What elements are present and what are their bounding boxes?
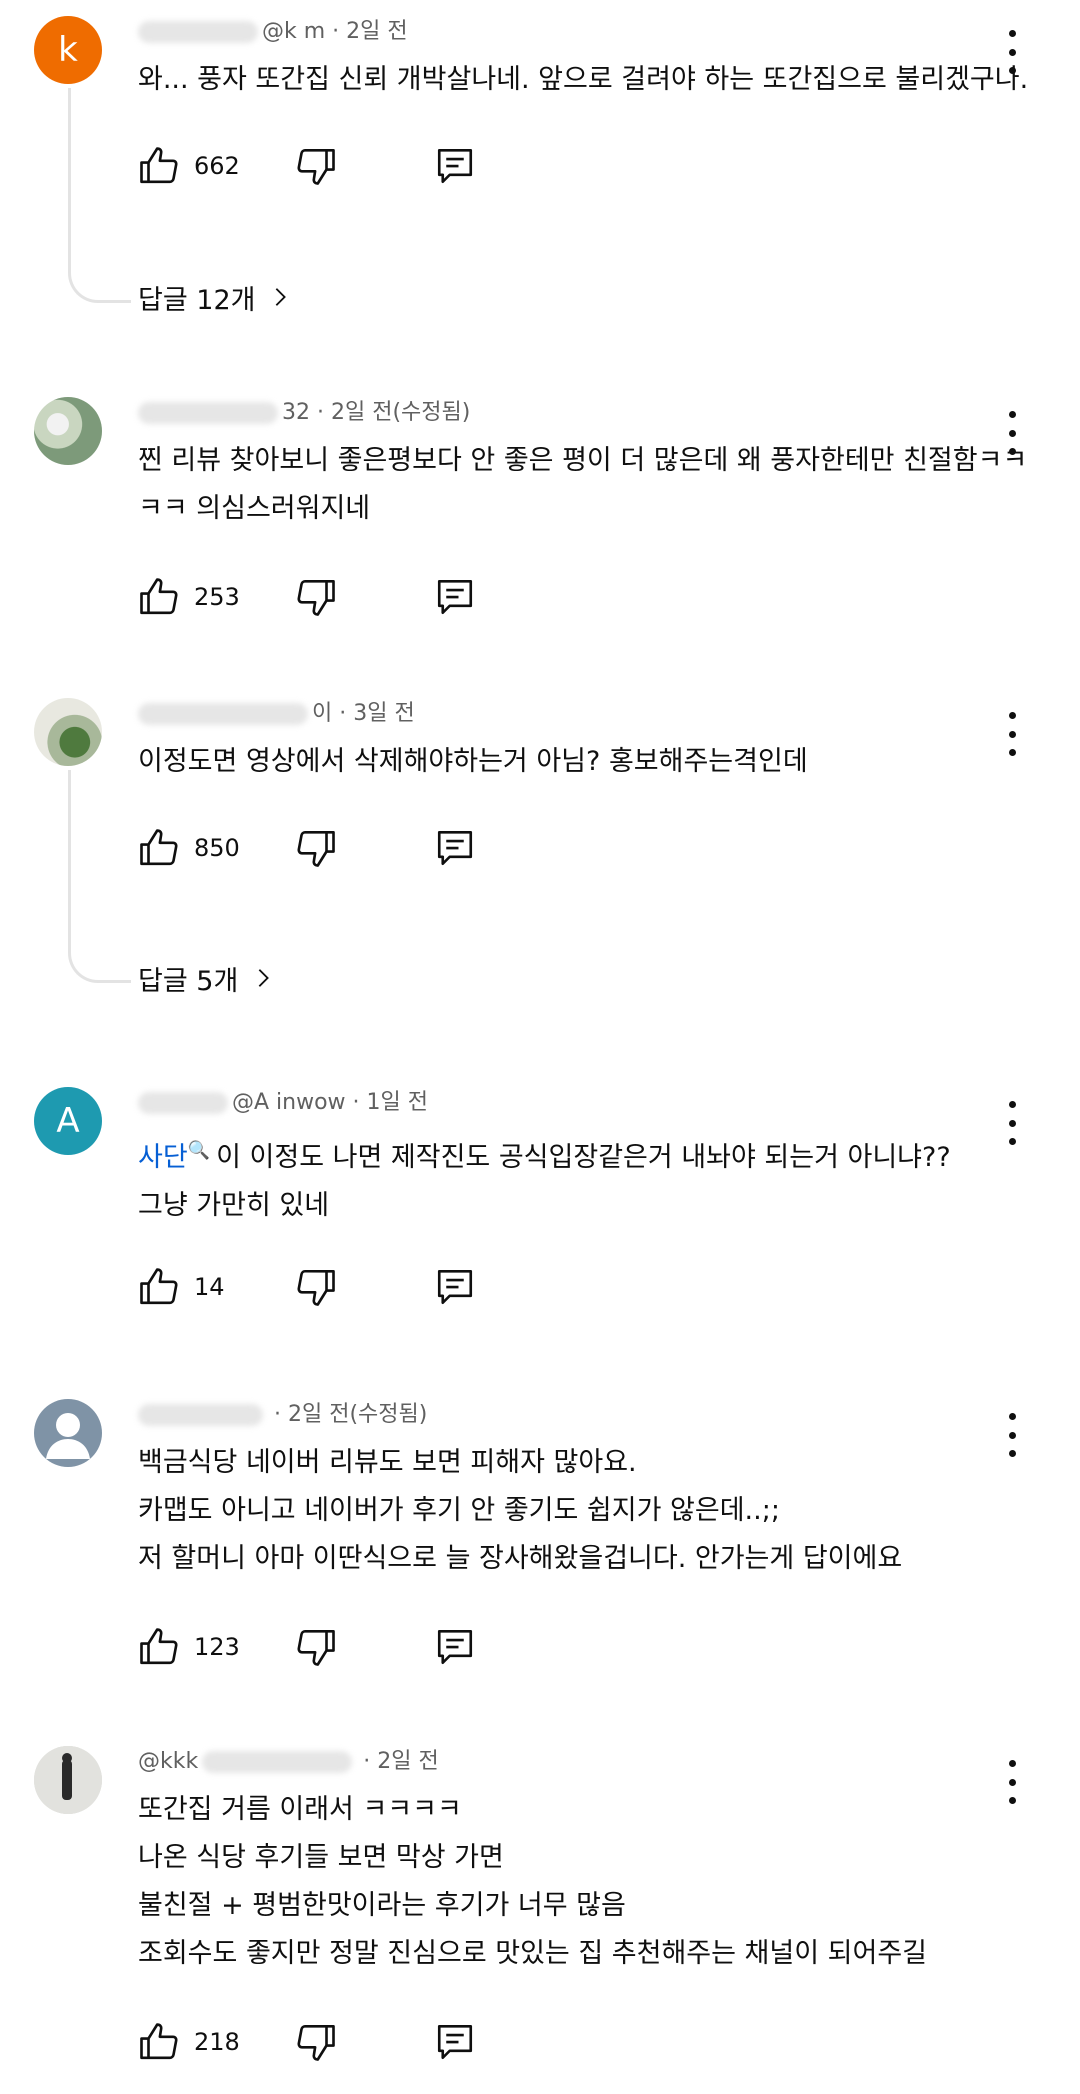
- thumbs-up-icon: [140, 147, 178, 184]
- search-icon: 🔍: [187, 1140, 211, 1161]
- comment-text: 또간집 거름 이래서 ㅋㅋㅋㅋ 나온 식당 후기들 보면 막상 가면 불친절 +…: [138, 1794, 928, 1969]
- comment-time[interactable]: 2일 전(수정됨): [288, 1402, 427, 1427]
- comment-text: 백금식당 네이버 리뷰도 보면 피해자 많아요. 카맵도 아니고 네이버가 후기…: [138, 1447, 903, 1574]
- comment-actions: 662: [138, 142, 538, 190]
- thumbs-down-icon: [297, 1269, 335, 1306]
- blurred-username: [138, 1092, 228, 1114]
- comment-text: 찐 리뷰 찾아보니 좋은평보다 안 좋은 평이 더 많은데 왜 풍자한테만 친절…: [138, 445, 1028, 524]
- comment-meta: 이 · 3일 전: [138, 694, 415, 734]
- comment-author[interactable]: @A inwow: [232, 1090, 346, 1115]
- thumbs-up-icon: [140, 578, 178, 615]
- chevron-right-icon: [276, 288, 287, 306]
- like-button[interactable]: 850: [138, 824, 240, 872]
- thumbs-down-icon: [297, 148, 335, 185]
- thumbs-up-icon: [140, 2023, 178, 2060]
- comment-time[interactable]: 3일 전: [353, 701, 414, 726]
- like-count: 850: [194, 834, 240, 862]
- comment-text: 사단🔍 이 이정도 나면 제작진도 공식입장같은거 내놔야 되는거 아니냐?? 그…: [138, 1140, 951, 1221]
- reply-button[interactable]: [434, 573, 476, 621]
- reply-icon: [437, 1269, 473, 1305]
- default-avatar-icon: [46, 1413, 90, 1459]
- dislike-button[interactable]: [295, 1623, 337, 1671]
- comment-time[interactable]: 1일 전: [367, 1090, 428, 1115]
- reply-icon: [437, 830, 473, 866]
- thumbs-up-icon: [140, 1628, 178, 1665]
- comment-meta: @kkk · 2일 전: [138, 1749, 439, 1774]
- comment-meta: @k m · 2일 전: [138, 12, 408, 52]
- more-options-icon[interactable]: [1002, 712, 1022, 756]
- replies-count: 답글 12개: [138, 284, 256, 316]
- comment-author[interactable]: 32: [282, 400, 310, 425]
- comment-author[interactable]: 이: [312, 701, 332, 726]
- thumbs-down-icon: [297, 2024, 335, 2061]
- avatar[interactable]: [34, 698, 102, 766]
- dislike-button[interactable]: [295, 2018, 337, 2066]
- avatar[interactable]: [34, 397, 102, 465]
- thread-line: [68, 88, 131, 303]
- comment-time[interactable]: 2일 전: [377, 1749, 438, 1774]
- like-button[interactable]: 123: [138, 1623, 240, 1671]
- comment-text: 와... 풍자 또간집 신뢰 개박살나네. 앞으로 걸려야 하는 또간집으로 불…: [138, 64, 1029, 95]
- blurred-username: [138, 21, 258, 43]
- chevron-right-icon: [258, 969, 270, 987]
- reply-button[interactable]: [434, 1263, 476, 1311]
- dislike-button[interactable]: [295, 142, 337, 190]
- avatar[interactable]: k: [34, 16, 102, 84]
- thumbs-down-icon: [297, 579, 335, 616]
- comment-actions: 218: [138, 2018, 538, 2066]
- comment-meta: · 2일 전(수정됨): [138, 1395, 427, 1435]
- reply-button[interactable]: [434, 824, 476, 872]
- thumbs-up-icon: [140, 1268, 178, 1305]
- avatar[interactable]: [34, 1399, 102, 1467]
- like-button[interactable]: 218: [138, 2018, 240, 2066]
- reply-icon: [437, 148, 473, 184]
- thumbs-down-icon: [297, 1629, 335, 1666]
- avatar[interactable]: [34, 1746, 102, 1814]
- like-count: 218: [194, 2028, 240, 2056]
- blurred-username: [138, 703, 308, 725]
- blurred-username: [202, 1751, 353, 1773]
- search-link[interactable]: 사단: [138, 1142, 188, 1173]
- replies-count: 답글 5개: [138, 965, 239, 997]
- comment-actions: 253: [138, 573, 538, 621]
- more-options-icon[interactable]: [1002, 1101, 1022, 1145]
- comment-time[interactable]: 2일 전(수정됨): [331, 400, 470, 425]
- reply-icon: [437, 2024, 473, 2060]
- like-button[interactable]: 662: [138, 142, 240, 190]
- dislike-button[interactable]: [295, 824, 337, 872]
- view-replies-button[interactable]: 답글 12개: [138, 275, 291, 319]
- thread-line: [68, 770, 131, 983]
- dislike-button[interactable]: [295, 1263, 337, 1311]
- comment-text: 이정도면 영상에서 삭제해야하는거 아님? 홍보해주는격인데: [138, 746, 808, 777]
- more-options-icon[interactable]: [1002, 1413, 1022, 1457]
- avatar[interactable]: A: [34, 1087, 102, 1155]
- like-count: 253: [194, 583, 240, 611]
- comment-author[interactable]: @k m: [262, 19, 325, 44]
- avatar-photo: [34, 1746, 102, 1814]
- thumbs-down-icon: [297, 830, 335, 867]
- reply-icon: [437, 579, 473, 615]
- comment-meta: @A inwow · 1일 전: [138, 1083, 428, 1123]
- blurred-username: [138, 402, 278, 424]
- comment-actions: 14: [138, 1263, 538, 1311]
- reply-button[interactable]: [434, 1623, 476, 1671]
- reply-button[interactable]: [434, 142, 476, 190]
- more-options-icon[interactable]: [1002, 1760, 1022, 1804]
- comment-actions: 123: [138, 1623, 538, 1671]
- thumbs-up-icon: [140, 829, 178, 866]
- comment-author[interactable]: @kkk: [138, 1749, 198, 1774]
- like-button[interactable]: 14: [138, 1263, 225, 1311]
- like-count: 662: [194, 152, 240, 180]
- blurred-username: [138, 1404, 263, 1426]
- view-replies-button[interactable]: 답글 5개: [138, 956, 274, 1000]
- like-count: 14: [194, 1273, 225, 1301]
- dislike-button[interactable]: [295, 573, 337, 621]
- like-button[interactable]: 253: [138, 573, 240, 621]
- reply-button[interactable]: [434, 2018, 476, 2066]
- comment-actions: 850: [138, 824, 538, 872]
- comment-meta: 32 · 2일 전(수정됨): [138, 393, 470, 433]
- like-count: 123: [194, 1633, 240, 1661]
- comment-time[interactable]: 2일 전: [346, 19, 407, 44]
- reply-icon: [437, 1629, 473, 1665]
